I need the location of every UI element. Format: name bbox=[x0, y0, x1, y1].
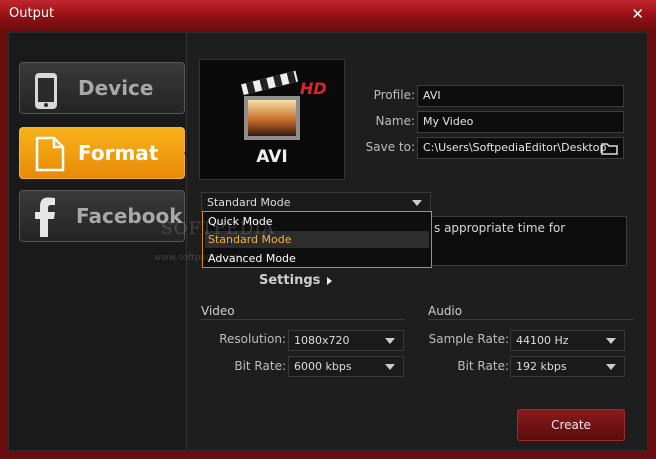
nav-device-button[interactable]: Device bbox=[19, 62, 185, 114]
video-divider bbox=[201, 319, 405, 320]
svg-text:AVI: AVI bbox=[256, 147, 288, 167]
settings-toggle[interactable]: Settings bbox=[259, 273, 333, 288]
resolution-select[interactable]: 1080x720 bbox=[288, 330, 404, 351]
nav-panel: Device Format Facebook bbox=[9, 33, 193, 450]
saveto-input[interactable]: C:\Users\SoftpediaEditor\Desktop bbox=[417, 137, 624, 159]
watermark-logo: SOFTPEDIA bbox=[161, 219, 276, 239]
chevron-down-icon bbox=[385, 338, 395, 344]
create-button[interactable]: Create bbox=[517, 409, 625, 441]
audio-group-label: Audio bbox=[428, 304, 463, 318]
mode-description-text: s appropriate time for bbox=[434, 221, 566, 235]
close-icon[interactable]: ✕ bbox=[631, 5, 644, 23]
samplerate-value: 44100 Hz bbox=[516, 334, 569, 347]
settings-label: Settings bbox=[259, 273, 321, 288]
window-frame: Device Format Facebook HD AVI Profile: A… bbox=[0, 30, 656, 459]
name-label: Name: bbox=[375, 114, 415, 128]
chevron-down-icon bbox=[606, 364, 616, 370]
window-content: Device Format Facebook HD AVI Profile: A… bbox=[8, 32, 648, 451]
active-indicator bbox=[184, 144, 193, 162]
resolution-value: 1080x720 bbox=[294, 334, 350, 347]
video-bitrate-select[interactable]: 6000 kbps bbox=[288, 356, 404, 377]
nav-format-label: Format bbox=[78, 141, 159, 165]
mode-select[interactable]: Standard Mode bbox=[201, 192, 431, 212]
window-title: Output bbox=[9, 6, 55, 21]
profile-label: Profile: bbox=[373, 88, 415, 102]
clapperboard-icon: HD AVI bbox=[241, 70, 327, 167]
facebook-icon bbox=[34, 197, 56, 240]
audio-bitrate-value: 192 kbps bbox=[516, 360, 567, 373]
samplerate-label: Sample Rate: bbox=[428, 332, 509, 346]
phone-icon bbox=[34, 72, 58, 113]
watermark-url: www.softpedia.com bbox=[154, 253, 242, 263]
chevron-down-icon bbox=[606, 338, 616, 344]
nav-device-label: Device bbox=[78, 76, 154, 100]
video-bitrate-value: 6000 kbps bbox=[294, 360, 352, 373]
name-input[interactable]: My Video bbox=[417, 111, 624, 133]
video-bitrate-label: Bit Rate: bbox=[234, 359, 286, 373]
saveto-label: Save to: bbox=[365, 140, 415, 154]
profile-field[interactable]: AVI bbox=[417, 85, 624, 107]
format-preview: HD AVI bbox=[199, 59, 345, 180]
resolution-label: Resolution: bbox=[219, 332, 286, 346]
svg-text:HD: HD bbox=[300, 79, 327, 98]
nav-format-button[interactable]: Format bbox=[19, 127, 193, 179]
video-group-label: Video bbox=[201, 304, 235, 318]
chevron-down-icon bbox=[412, 200, 422, 206]
expand-arrow-icon bbox=[327, 276, 333, 285]
title-bar: Output ✕ bbox=[0, 0, 656, 30]
folder-icon[interactable] bbox=[601, 141, 619, 158]
audio-divider bbox=[428, 319, 634, 320]
samplerate-select[interactable]: 44100 Hz bbox=[510, 330, 625, 351]
mode-description: s appropriate time for bbox=[427, 216, 627, 266]
audio-bitrate-label: Bit Rate: bbox=[457, 359, 509, 373]
chevron-down-icon bbox=[385, 364, 395, 370]
mode-selected-value: Standard Mode bbox=[207, 196, 291, 209]
audio-bitrate-select[interactable]: 192 kbps bbox=[510, 356, 625, 377]
document-icon bbox=[34, 136, 66, 175]
